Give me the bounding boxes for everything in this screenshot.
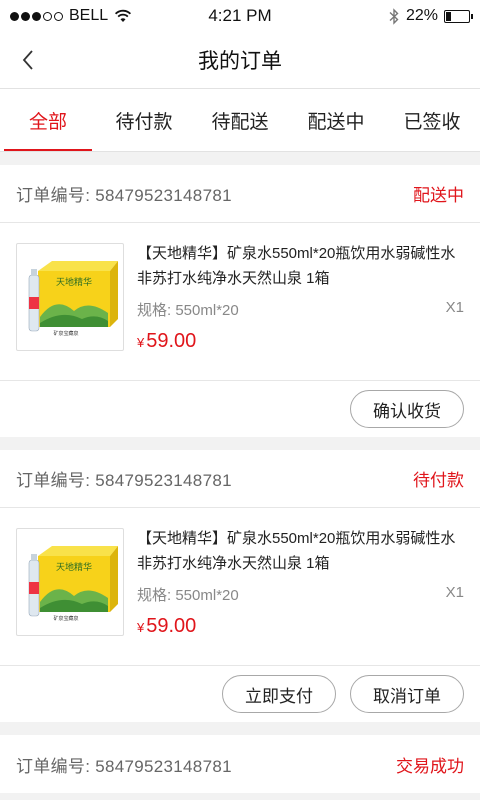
signal-icon (10, 11, 63, 21)
confirm-receipt-button[interactable]: 确认收货 (350, 390, 464, 428)
status-right: 22% (388, 7, 473, 25)
order-card[interactable]: 订单编号: 58479523148781 配送中 天地精华 矿泉宝藏泉 【天地精… (0, 165, 480, 437)
product-spec-row: 规格: 550ml*20 X1 (137, 299, 464, 320)
order-tabs: 全部 待付款 待配送 配送中 已签收 (0, 88, 480, 152)
status-bar: BELL 4:21 PM 22% (0, 0, 480, 32)
tab-delivering[interactable]: 配送中 (288, 89, 384, 151)
carrier-label: BELL (69, 7, 109, 24)
spec-label: 规格: (137, 587, 172, 604)
product-spec: 规格: 550ml*20 (137, 584, 239, 605)
spec-value: 550ml*20 (175, 587, 239, 604)
order-number: 订单编号: 58479523148781 (16, 466, 232, 491)
product-info: 【天地精华】矿泉水550ml*20瓶饮用水弱碱性水非苏打水纯净水天然山泉 1箱 … (137, 243, 464, 356)
cancel-order-button[interactable]: 取消订单 (350, 675, 464, 713)
order-header: 订单编号: 58479523148781 配送中 (0, 165, 480, 223)
order-list: 订单编号: 58479523148781 配送中 天地精华 矿泉宝藏泉 【天地精… (0, 152, 480, 793)
status-left: BELL (10, 7, 132, 25)
nav-bar: 我的订单 (0, 32, 480, 88)
water-box-image: 天地精华 矿泉宝藏泉 (28, 261, 118, 337)
order-header: 订单编号: 58479523148781 待付款 (0, 450, 480, 508)
wifi-icon (115, 9, 132, 22)
order-actions: 立即支付 取消订单 (0, 666, 480, 722)
tab-signed[interactable]: 已签收 (384, 89, 480, 151)
box-tag-text: 矿泉宝藏泉 (53, 615, 78, 622)
back-button[interactable] (8, 40, 48, 80)
order-header: 订单编号: 58479523148781 交易成功 (0, 735, 480, 793)
price-value: 59.00 (146, 615, 197, 637)
spec-value: 550ml*20 (175, 302, 239, 319)
product-info: 【天地精华】矿泉水550ml*20瓶饮用水弱碱性水非苏打水纯净水天然山泉 1箱 … (137, 528, 464, 641)
order-status: 交易成功 (396, 756, 464, 776)
order-number-value: 58479523148781 (95, 186, 232, 205)
order-card[interactable]: 订单编号: 58479523148781 交易成功 (0, 735, 480, 793)
order-number-label: 订单编号: (16, 756, 91, 776)
tab-all[interactable]: 全部 (0, 89, 96, 151)
product-price: ¥59.00 (137, 330, 464, 353)
product-row[interactable]: 天地精华 矿泉宝藏泉 【天地精华】矿泉水550ml*20瓶饮用水弱碱性水非苏打水… (0, 508, 480, 666)
product-row[interactable]: 天地精华 矿泉宝藏泉 【天地精华】矿泉水550ml*20瓶饮用水弱碱性水非苏打水… (0, 223, 480, 381)
product-name: 【天地精华】矿泉水550ml*20瓶饮用水弱碱性水非苏打水纯净水天然山泉 1箱 (137, 530, 456, 572)
tab-pending-payment[interactable]: 待付款 (96, 89, 192, 151)
order-number-label: 订单编号: (16, 471, 91, 490)
pay-now-button[interactable]: 立即支付 (222, 675, 336, 713)
product-image: 天地精华 矿泉宝藏泉 (16, 243, 124, 351)
order-number: 订单编号: 58479523148781 (16, 752, 232, 777)
battery-percent: 22% (405, 7, 438, 24)
order-number-label: 订单编号: (16, 186, 91, 205)
spec-label: 规格: (137, 302, 172, 319)
currency-symbol: ¥ (137, 620, 145, 635)
product-image: 天地精华 矿泉宝藏泉 (16, 528, 124, 636)
product-spec-row: 规格: 550ml*20 X1 (137, 584, 464, 605)
chevron-left-icon (22, 50, 33, 70)
order-actions: 确认收货 (0, 381, 480, 437)
tab-pending-delivery[interactable]: 待配送 (192, 89, 288, 151)
box-brand-text: 天地精华 (56, 561, 92, 573)
battery-icon (444, 9, 473, 23)
water-box-image: 天地精华 矿泉宝藏泉 (28, 546, 118, 622)
product-quantity: X1 (445, 299, 464, 316)
currency-symbol: ¥ (137, 335, 145, 350)
price-value: 59.00 (146, 330, 197, 352)
product-quantity: X1 (445, 584, 464, 601)
box-brand-text: 天地精华 (56, 276, 92, 288)
order-number: 订单编号: 58479523148781 (16, 181, 232, 206)
order-card[interactable]: 订单编号: 58479523148781 待付款 天地精华 矿泉宝藏泉 【天地精… (0, 450, 480, 722)
order-status: 配送中 (413, 186, 464, 205)
product-spec: 规格: 550ml*20 (137, 299, 239, 320)
box-tag-text: 矿泉宝藏泉 (53, 330, 78, 337)
order-number-value: 58479523148781 (95, 471, 232, 490)
page-title: 我的订单 (198, 50, 282, 73)
order-status: 待付款 (413, 471, 464, 490)
product-name: 【天地精华】矿泉水550ml*20瓶饮用水弱碱性水非苏打水纯净水天然山泉 1箱 (137, 245, 456, 287)
order-number-value: 58479523148781 (95, 756, 232, 776)
bluetooth-icon (389, 7, 399, 25)
product-price: ¥59.00 (137, 615, 464, 638)
